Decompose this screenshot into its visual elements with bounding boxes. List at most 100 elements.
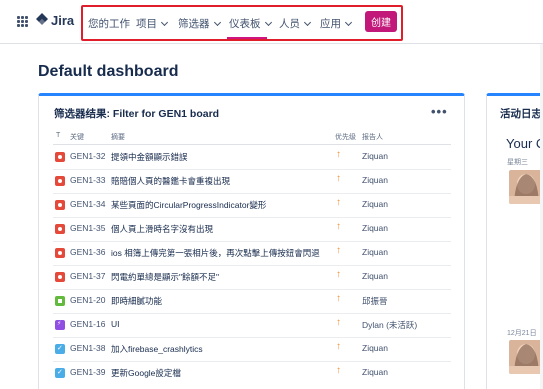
nav-dashboards-label: 仪表板 <box>229 18 261 30</box>
issue-summary-link[interactable]: 提領中金額顯示錯誤 <box>111 151 326 163</box>
column-reporter[interactable]: 报告人 <box>362 132 383 142</box>
nav-your-work-label: 您的工作 <box>88 18 130 30</box>
gadget-title: 活动日志 <box>500 108 542 120</box>
column-key[interactable]: 关键 <box>70 132 84 142</box>
issue-key-link[interactable]: GEN1-35 <box>70 223 105 233</box>
app-switcher-icon[interactable] <box>17 16 28 27</box>
task-icon <box>55 344 65 354</box>
page-title: Default dashboard <box>38 63 179 80</box>
table-row[interactable]: GEN1-33 賠賠個人頁的醫鑑卡會重複出現 ↑ Ziquan <box>39 170 464 193</box>
bug-icon <box>55 176 65 186</box>
reporter: Dylan (未活跃) <box>362 320 418 330</box>
table-row[interactable]: GEN1-34 某些頁面的CircularProgressIndicator變形… <box>39 194 464 217</box>
issue-summary-link[interactable]: 更新Google設定檔 <box>111 367 326 379</box>
nav-filters-label: 筛选器 <box>178 18 210 30</box>
nav-projects[interactable]: 项目 <box>136 16 169 31</box>
product-name: Jira <box>51 13 75 28</box>
divider <box>53 144 451 145</box>
story-icon <box>55 296 65 306</box>
priority-high-icon: ↑ <box>336 269 341 280</box>
nav-dashboards[interactable]: 仪表板 <box>229 16 272 31</box>
reporter: Ziquan <box>362 247 388 257</box>
column-priority[interactable]: 优先级 <box>335 132 356 142</box>
chevron-down-icon <box>264 18 272 26</box>
chevron-down-icon <box>160 18 169 26</box>
issue-summary-link[interactable]: 即時細膩功能 <box>111 295 326 307</box>
priority-high-icon: ↑ <box>336 365 341 376</box>
column-type[interactable]: T <box>56 132 60 139</box>
priority-high-icon: ↑ <box>336 149 341 160</box>
table-row[interactable]: GEN1-37 閃電約單總是顯示"餘額不足" ↑ Ziquan <box>39 266 464 289</box>
active-tab-indicator <box>227 37 267 39</box>
issue-summary-link[interactable]: ios 相簿上傳完第一張相片後，再次點擊上傳按鈕會閃退 <box>111 247 326 259</box>
priority-high-icon: ↑ <box>336 197 341 208</box>
nav-filters[interactable]: 筛选器 <box>178 16 221 31</box>
reporter: Ziquan <box>362 271 388 281</box>
nav-your-work[interactable]: 您的工作 <box>88 16 130 31</box>
table-row[interactable]: GEN1-20 即時細膩功能 ↑ 邱振晉 <box>39 290 464 313</box>
issue-key-link[interactable]: GEN1-16 <box>70 319 105 329</box>
table-header: T 关键 摘要 优先级 报告人 <box>39 130 464 144</box>
issue-key-link[interactable]: GEN1-36 <box>70 247 105 257</box>
priority-high-icon: ↑ <box>336 245 341 256</box>
chevron-down-icon <box>344 18 353 26</box>
bug-icon <box>55 248 65 258</box>
issue-key-link[interactable]: GEN1-38 <box>70 343 105 353</box>
reporter: Ziquan <box>362 151 388 161</box>
issue-summary-link[interactable]: 某些頁面的CircularProgressIndicator變形 <box>111 199 326 211</box>
table-row[interactable]: GEN1-39 更新Google設定檔 ↑ Ziquan <box>39 362 464 385</box>
epic-icon <box>55 320 65 330</box>
nav-people-label: 人员 <box>279 18 300 30</box>
jira-logo-icon <box>36 13 48 25</box>
issue-summary-link[interactable]: 閃電約單總是顯示"餘額不足" <box>111 271 326 283</box>
priority-high-icon: ↑ <box>336 341 341 352</box>
reporter: Ziquan <box>362 367 388 377</box>
nav-people[interactable]: 人员 <box>279 16 312 31</box>
filter-results-gadget: 筛选器结果: Filter for GEN1 board ••• T 关键 摘要… <box>38 93 465 389</box>
more-options-icon[interactable]: ••• <box>431 104 448 119</box>
avatar-photo <box>509 340 543 374</box>
issue-key-link[interactable]: GEN1-37 <box>70 271 105 281</box>
table-row[interactable]: GEN1-35 個人頁上滑時名字沒有出現 ↑ Ziquan <box>39 218 464 241</box>
issue-summary-link[interactable]: 賠賠個人頁的醫鑑卡會重複出現 <box>111 175 326 187</box>
top-navigation: Jira 您的工作 项目 筛选器 仪表板 人员 应用 创建 <box>0 0 543 44</box>
reporter: Ziquan <box>362 199 388 209</box>
avatar[interactable] <box>509 340 543 374</box>
activity-heading: Your Co <box>506 136 543 151</box>
priority-high-icon: ↑ <box>336 173 341 184</box>
nav-projects-label: 项目 <box>136 18 157 30</box>
task-icon <box>55 368 65 378</box>
activity-day: 星期三 <box>507 159 528 166</box>
reporter: Ziquan <box>362 343 388 353</box>
priority-high-icon: ↑ <box>336 221 341 232</box>
issue-key-link[interactable]: GEN1-39 <box>70 367 105 377</box>
table-row[interactable]: GEN1-36 ios 相簿上傳完第一張相片後，再次點擊上傳按鈕會閃退 ↑ Zi… <box>39 242 464 265</box>
nav-apps[interactable]: 应用 <box>320 16 353 31</box>
issue-summary-link[interactable]: 加入firebase_crashlytics <box>111 343 326 355</box>
table-row[interactable]: GEN1-32 提領中金額顯示錯誤 ↑ Ziquan <box>39 146 464 169</box>
column-summary[interactable]: 摘要 <box>111 132 125 142</box>
avatar[interactable] <box>509 170 543 204</box>
bug-icon <box>55 152 65 162</box>
issue-summary-link[interactable]: UI <box>111 319 326 329</box>
gadget-title: 筛选器结果: Filter for GEN1 board <box>54 108 220 120</box>
bug-icon <box>55 272 65 282</box>
chevron-down-icon <box>303 18 312 26</box>
issue-key-link[interactable]: GEN1-33 <box>70 175 105 185</box>
priority-high-icon: ↑ <box>336 293 341 304</box>
create-button[interactable]: 创建 <box>365 11 397 32</box>
reporter: Ziquan <box>362 175 388 185</box>
issue-key-link[interactable]: GEN1-20 <box>70 295 105 305</box>
issue-key-link[interactable]: GEN1-34 <box>70 199 105 209</box>
reporter: Ziquan <box>362 223 388 233</box>
activity-date: 12月21日 <box>507 330 537 337</box>
table-row[interactable]: GEN1-16 UI ↑ Dylan (未活跃) <box>39 314 464 337</box>
issue-key-link[interactable]: GEN1-32 <box>70 151 105 161</box>
reporter: 邱振晉 <box>362 296 388 306</box>
table-row[interactable]: GEN1-38 加入firebase_crashlytics ↑ Ziquan <box>39 338 464 361</box>
jira-logo[interactable]: Jira <box>36 13 74 28</box>
priority-high-icon: ↑ <box>336 317 341 328</box>
bug-icon <box>55 200 65 210</box>
issue-summary-link[interactable]: 個人頁上滑時名字沒有出現 <box>111 223 326 235</box>
avatar-photo <box>509 170 543 204</box>
